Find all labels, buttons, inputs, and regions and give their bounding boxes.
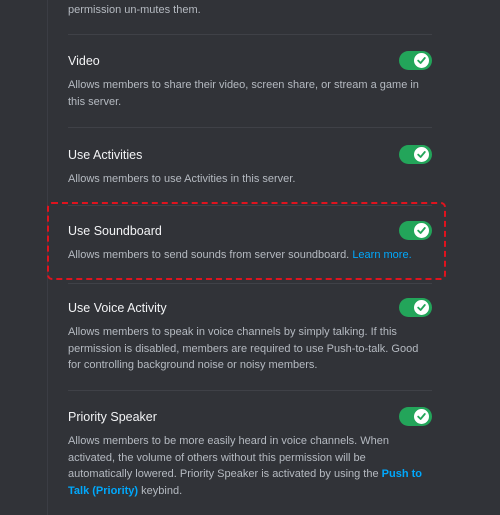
check-icon [417,304,426,311]
toggle-knob [414,300,429,315]
permission-title: Video [68,54,100,68]
check-icon [417,151,426,158]
permission-description: Allows members to speak in voice channel… [68,326,419,371]
permission-description-suffix: keybind. [141,484,183,497]
permission-priority-speaker: Priority Speaker Allows members to be mo… [68,407,432,499]
divider [68,34,432,35]
use-voice-activity-toggle[interactable] [399,298,432,317]
permission-use-voice-activity: Use Voice Activity Allows members to spe… [68,298,432,374]
check-icon [417,57,426,64]
permission-title: Use Voice Activity [68,301,167,315]
highlight-annotation-box [47,202,446,280]
video-toggle[interactable] [399,51,432,70]
divider [68,283,432,284]
check-icon [417,413,426,420]
permission-description: Allows members to share their video, scr… [68,79,419,108]
use-activities-toggle[interactable] [399,145,432,164]
permission-description-text: Allows members to be more easily heard i… [68,435,389,480]
divider [68,127,432,128]
permission-title: Use Activities [68,148,143,162]
toggle-knob [414,409,429,424]
toggle-knob [414,53,429,68]
divider [68,390,432,391]
toggle-knob [414,147,429,162]
permission-description: Allows members to use Activities in this… [68,173,296,185]
permission-video: Video Allows members to share their vide… [68,51,432,110]
permission-title: Priority Speaker [68,410,157,424]
previous-permission-description: permission un-mutes them. [68,4,201,16]
priority-speaker-toggle[interactable] [399,407,432,426]
permission-use-activities: Use Activities Allows members to use Act… [68,145,432,188]
permission-description: Allows members to be more easily heard i… [68,433,423,499]
